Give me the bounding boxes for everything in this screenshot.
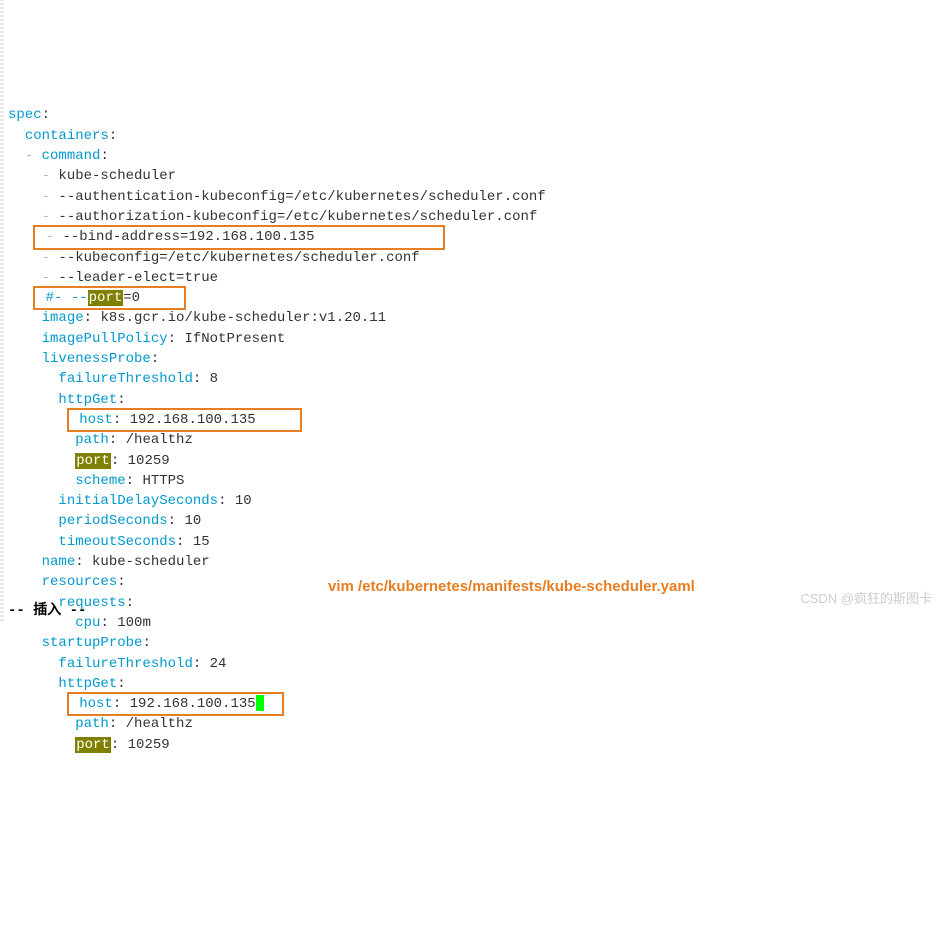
yaml-line: failureThreshold: 24 [8,654,942,674]
yaml-line: - kube-scheduler [8,166,942,186]
yaml-line: initialDelaySeconds: 10 [8,491,942,511]
yaml-line: startupProbe: [8,633,942,653]
yaml-line: - --bind-address=192.168.100.135 [8,227,942,247]
yaml-line: image: k8s.gcr.io/kube-scheduler:v1.20.1… [8,308,942,328]
yaml-line: httpGet: [8,390,942,410]
port-highlight: port [88,290,124,306]
yaml-line: path: /healthz [8,714,942,734]
highlight-bind-address: - --bind-address=192.168.100.135 [33,225,444,249]
yaml-line: port: 10259 [8,451,942,471]
yaml-line: cpu: 100m [8,613,942,633]
yaml-line: port: 10259 [8,735,942,755]
yaml-line: path: /healthz [8,430,942,450]
highlight-port-zero: #- --port=0 [33,286,186,310]
yaml-line: containers: [8,126,942,146]
yaml-line: host: 192.168.100.135 [8,410,942,430]
watermark: CSDN @疯狂的斯图卡 [800,590,932,609]
yaml-line: periodSeconds: 10 [8,511,942,531]
port-highlight: port [75,453,111,469]
yaml-line: spec: [8,105,942,125]
yaml-line: scheme: HTTPS [8,471,942,491]
yaml-line: timeoutSeconds: 15 [8,532,942,552]
annotation-command: vim /etc/kubernetes/manifests/kube-sched… [328,576,695,598]
highlight-liveness-host: host: 192.168.100.135 [67,408,302,432]
yaml-line: - --authorization-kubeconfig=/etc/kubern… [8,207,942,227]
highlight-startup-host: host: 192.168.100.135 [67,692,285,716]
yaml-line: - --kubeconfig=/etc/kubernetes/scheduler… [8,248,942,268]
yaml-line: livenessProbe: [8,349,942,369]
yaml-line: #- --port=0 [8,288,942,308]
yaml-line: host: 192.168.100.135 [8,694,942,714]
yaml-line: - --leader-elect=true [8,268,942,288]
yaml-line: failureThreshold: 8 [8,369,942,389]
yaml-line: name: kube-scheduler [8,552,942,572]
yaml-line: - command: [8,146,942,166]
cursor [256,695,264,711]
port-highlight: port [75,737,111,753]
yaml-line: - --authentication-kubeconfig=/etc/kuber… [8,187,942,207]
vim-status: -- 插入 -- [0,601,86,621]
code-editor[interactable]: spec: containers: - command: - kube-sche… [8,105,942,755]
yaml-line: httpGet: [8,674,942,694]
yaml-line: imagePullPolicy: IfNotPresent [8,329,942,349]
gutter [0,0,4,621]
